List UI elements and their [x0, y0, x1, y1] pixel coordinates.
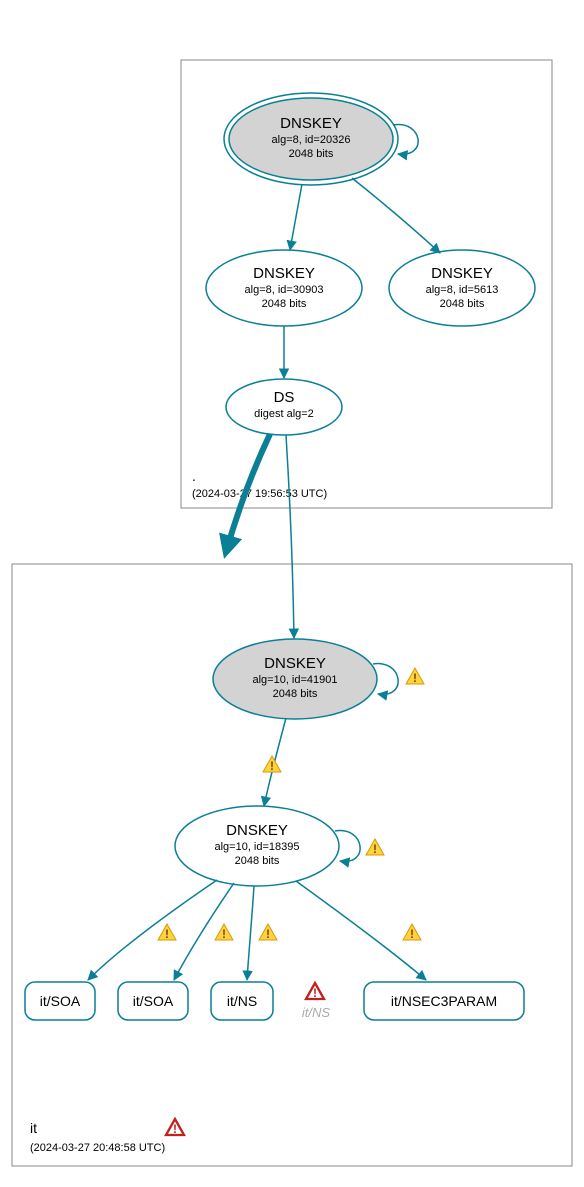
node-it-zsk[interactable]: DNSKEY alg=10, id=18395 2048 bits	[175, 806, 339, 886]
node-rr-soa1[interactable]: it/SOA	[25, 982, 95, 1020]
root-zsk-alg: alg=8, id=30903	[245, 284, 324, 296]
edge-rootksk-to-rootzsk	[290, 184, 302, 250]
zone-it-timestamp: (2024-03-27 20:48:58 UTC)	[30, 1142, 165, 1154]
node-rr-nsec3param[interactable]: it/NSEC3PARAM	[364, 982, 524, 1020]
node-rr-ns[interactable]: it/NS	[211, 982, 273, 1020]
it-ksk-title: DNSKEY	[264, 655, 326, 672]
edge-itzsk-to-ns	[247, 886, 254, 980]
node-rr-ns-gray: it/NS	[302, 983, 331, 1020]
warn-it-ksk-self-icon	[406, 668, 424, 685]
root-other-alg: alg=8, id=5613	[426, 284, 499, 296]
warn-it-zsk-self-icon	[366, 839, 384, 856]
root-other-title: DNSKEY	[431, 265, 493, 282]
root-zsk-bits: 2048 bits	[262, 298, 307, 310]
rr-soa2-label: it/SOA	[133, 993, 174, 1009]
zone-it-label: it	[30, 1120, 37, 1136]
rr-ns-gray-label: it/NS	[302, 1005, 331, 1020]
warn-ns-icon	[259, 924, 277, 941]
warn-itksk-to-itzsk-icon	[263, 756, 281, 773]
it-zsk-bits: 2048 bits	[235, 855, 280, 867]
root-ksk-bits: 2048 bits	[289, 148, 334, 160]
it-ksk-bits: 2048 bits	[273, 688, 318, 700]
rr-soa1-label: it/SOA	[40, 993, 81, 1009]
warn-soa1-icon	[158, 924, 176, 941]
edge-ds-to-itksk	[286, 435, 294, 638]
root-ksk-title: DNSKEY	[280, 115, 342, 132]
warn-nsec3-icon	[403, 924, 421, 941]
root-ds-alg: digest alg=2	[254, 408, 314, 420]
node-root-zsk[interactable]: DNSKEY alg=8, id=30903 2048 bits	[206, 250, 362, 326]
node-root-other[interactable]: DNSKEY alg=8, id=5613 2048 bits	[389, 250, 535, 326]
zone-root-timestamp: (2024-03-27 19:56:53 UTC)	[192, 488, 327, 500]
node-it-ksk[interactable]: DNSKEY alg=10, id=41901 2048 bits	[213, 639, 377, 719]
root-zsk-title: DNSKEY	[253, 265, 315, 282]
rr-ns-label: it/NS	[227, 993, 257, 1009]
root-ksk-alg: alg=8, id=20326	[272, 134, 351, 146]
node-rr-soa2[interactable]: it/SOA	[118, 982, 188, 1020]
warn-soa2-icon	[215, 924, 233, 941]
rr-ns-gray-error-icon	[306, 983, 324, 1000]
zone-root-label: .	[192, 468, 196, 484]
root-other-bits: 2048 bits	[440, 298, 485, 310]
node-root-ksk[interactable]: DNSKEY alg=8, id=20326 2048 bits	[224, 93, 398, 185]
zone-it-error-icon	[166, 1119, 184, 1136]
root-ds-title: DS	[274, 389, 295, 406]
it-zsk-title: DNSKEY	[226, 822, 288, 839]
edge-itzsk-to-soa1	[88, 880, 217, 980]
it-zsk-alg: alg=10, id=18395	[214, 841, 299, 853]
rr-nsec3-label: it/NSEC3PARAM	[391, 993, 497, 1009]
edge-itzsk-to-nsec3	[296, 881, 426, 980]
node-root-ds[interactable]: DS digest alg=2	[226, 379, 342, 435]
edge-rootksk-to-rootother	[352, 178, 440, 253]
it-ksk-alg: alg=10, id=41901	[252, 674, 337, 686]
